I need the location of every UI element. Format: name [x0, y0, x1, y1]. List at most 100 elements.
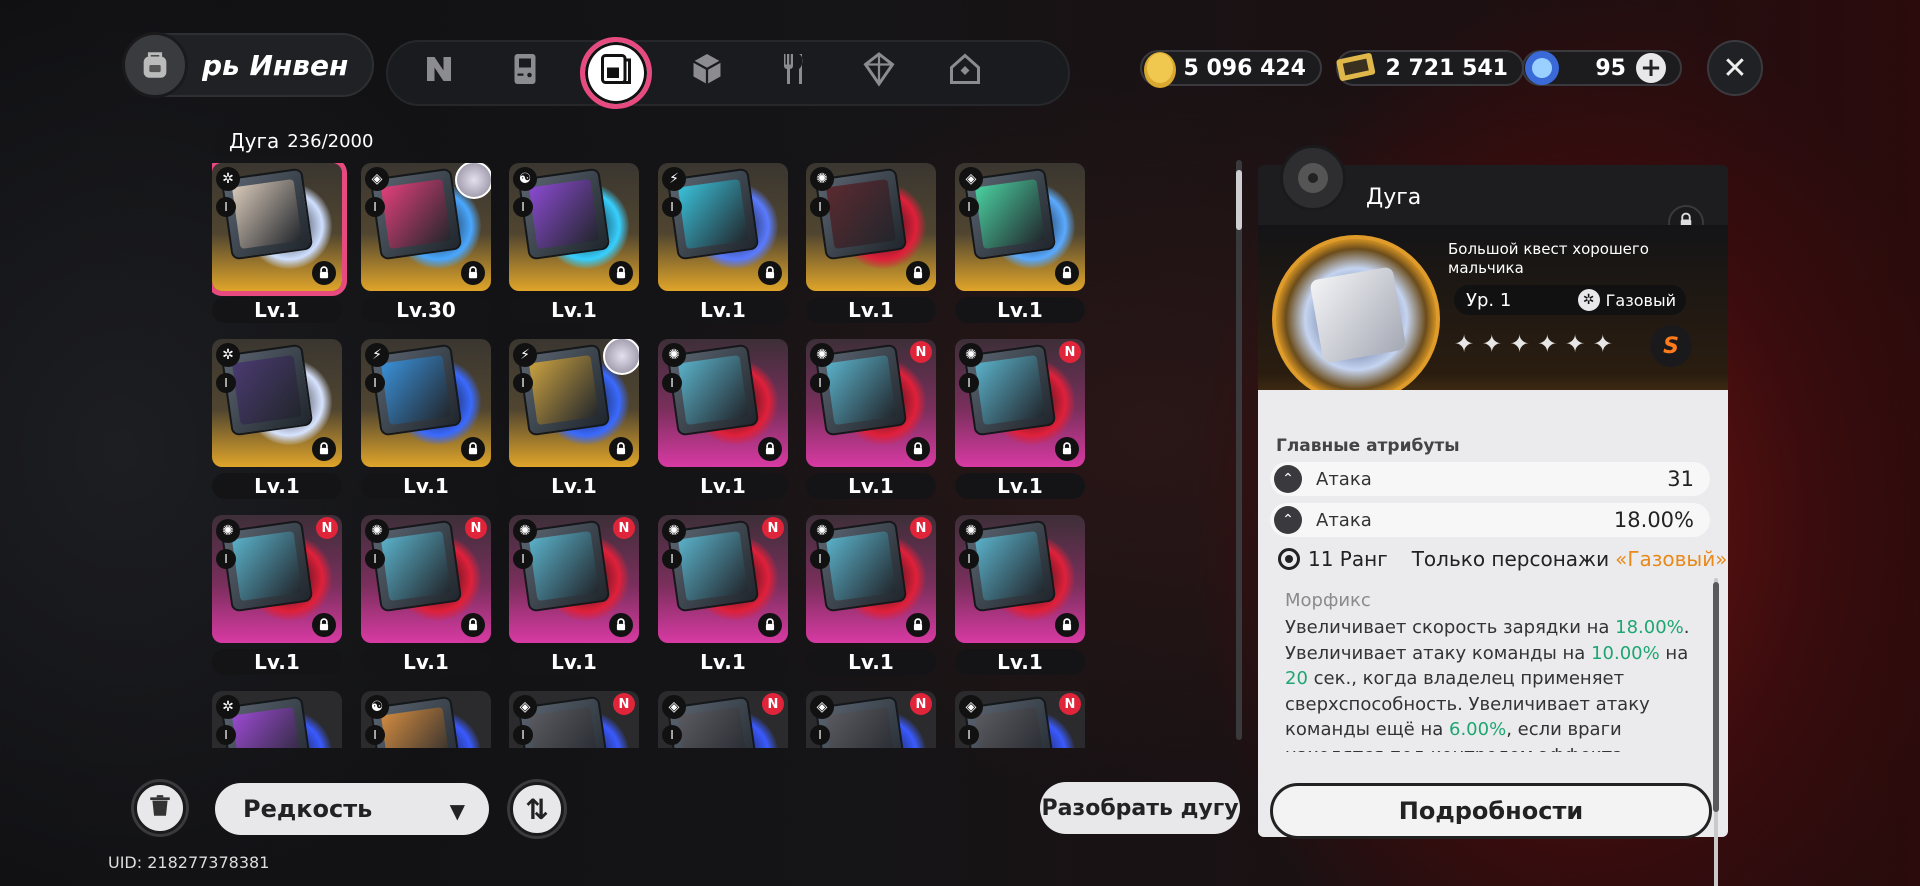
- disc-card[interactable]: ✺ I N Lv.1: [658, 515, 788, 675]
- add-crystals-button[interactable]: +: [1636, 53, 1666, 83]
- element-icon: ✺: [216, 519, 240, 543]
- slot-number-badge: I: [513, 197, 533, 217]
- fork-knife-icon: [775, 51, 811, 95]
- tab-gameboy[interactable]: [494, 42, 556, 104]
- slot-number-badge: I: [662, 549, 682, 569]
- disc-card[interactable]: ✺ I N Lv.1: [806, 339, 936, 499]
- disc-card-art: ☯ I: [509, 163, 639, 291]
- tab-n-logo[interactable]: [408, 42, 470, 104]
- tab-house[interactable]: [934, 42, 996, 104]
- disc-card[interactable]: ✺ I Lv.1: [658, 339, 788, 499]
- description-text: на: [1659, 642, 1689, 664]
- disc-card[interactable]: ✺ I N Lv.1: [806, 515, 936, 675]
- disc-card[interactable]: ⚡ I Lv.1: [658, 163, 788, 323]
- slot-number-badge: I: [810, 549, 830, 569]
- level-value: Ур. 1: [1466, 289, 1512, 311]
- slot-number-badge: I: [810, 197, 830, 217]
- tab-crystal[interactable]: [848, 42, 910, 104]
- close-button[interactable]: ✕: [1707, 40, 1763, 96]
- details-button[interactable]: Подробности: [1270, 783, 1712, 839]
- disc-level: Lv.1: [361, 473, 491, 499]
- star-rating: ✦ ✦ ✦ ✦ ✦ ✦: [1454, 330, 1613, 358]
- disc-card[interactable]: ✲ I Lv.1: [212, 339, 342, 499]
- element-icon: ✺: [810, 167, 834, 191]
- disc-card[interactable]: ⚡ I Lv.1: [361, 339, 491, 499]
- disc-level: Lv.1: [509, 473, 639, 499]
- tab-drive-discs[interactable]: [580, 37, 652, 109]
- equipped-agent-avatar: [455, 163, 491, 199]
- element-icon: ◈: [959, 695, 983, 719]
- house-icon: [947, 51, 983, 95]
- level-pill: Ур. 1 ✲ Газовый: [1454, 285, 1686, 315]
- chevron-down-icon: ▼: [449, 799, 465, 823]
- disc-card[interactable]: ✺ I Lv.1: [806, 163, 936, 323]
- disc-card[interactable]: ✺ I Lv.1: [955, 515, 1085, 675]
- trash-button[interactable]: [134, 782, 186, 834]
- disc-card[interactable]: ◈ I N: [955, 691, 1085, 748]
- disc-card-art: ◈ I N: [658, 691, 788, 748]
- inventory-header: рь Инвен: [122, 32, 374, 98]
- disc-card-art: ◈ I N: [509, 691, 639, 748]
- new-badge: N: [762, 517, 784, 539]
- sort-select[interactable]: Редкость ▼: [215, 783, 489, 835]
- disc-card[interactable]: ◈ I N: [509, 691, 639, 748]
- gameboy-icon: [507, 51, 543, 95]
- element-icon: ✺: [513, 519, 537, 543]
- element-icon: ✲: [216, 343, 240, 367]
- disc-card[interactable]: ◈ I N: [658, 691, 788, 748]
- attr-name: Атака: [1316, 468, 1372, 490]
- tab-food[interactable]: [762, 42, 824, 104]
- disc-drive-icon: [598, 51, 634, 95]
- lock-icon: [609, 261, 633, 285]
- disc-card[interactable]: ☯ I: [361, 691, 491, 748]
- element-label: Газовый: [1605, 290, 1676, 310]
- attr-row: ⌃ Атака 18.00%: [1270, 503, 1710, 537]
- element-icon: ◈: [662, 695, 686, 719]
- disc-card[interactable]: ◈ I Lv.1: [955, 163, 1085, 323]
- disc-level: Lv.1: [658, 297, 788, 323]
- tab-cube[interactable]: [676, 42, 738, 104]
- attack-icon: ⌃: [1274, 465, 1302, 493]
- slot-number-badge: I: [959, 725, 979, 745]
- disc-card[interactable]: ✺ I N Lv.1: [361, 515, 491, 675]
- sort-order-button[interactable]: ⇅: [510, 782, 564, 836]
- disc-card[interactable]: ✲ I: [212, 691, 342, 748]
- slot-number-badge: I: [365, 197, 385, 217]
- disc-card[interactable]: ◈ I N: [806, 691, 936, 748]
- set-effect-description: Увеличивает скорость зарядки на 18.00%. …: [1285, 615, 1705, 752]
- disc-card[interactable]: ✲ I Lv.1: [212, 163, 347, 323]
- disc-card-art: ✺ I N: [658, 515, 788, 643]
- lock-icon: [758, 261, 782, 285]
- detail-scrollbar[interactable]: [1713, 578, 1719, 886]
- lock-icon: [906, 261, 930, 285]
- lock-icon: [609, 613, 633, 637]
- disc-level: Lv.1: [212, 473, 342, 499]
- detail-body: Главные атрибуты ⌃ Атака 31 ⌃ Атака 18.0…: [1258, 390, 1728, 886]
- disc-card[interactable]: ✺ I N Lv.1: [212, 515, 342, 675]
- disc-grid: ✲ I Lv.1 ◈ I Lv.30 ☯ I Lv.1 ⚡ I Lv.1 ✺ I Lv.1 ◈ I Lv.1 ✲ I L…: [212, 163, 1092, 748]
- disc-card[interactable]: ◈ I Lv.30: [361, 163, 491, 323]
- disc-level: Lv.1: [509, 297, 639, 323]
- dismantle-button[interactable]: Разобрать дугу: [1040, 782, 1240, 834]
- slot-number-badge: I: [959, 373, 979, 393]
- lock-icon: [461, 613, 485, 637]
- element-icon: ◈: [810, 695, 834, 719]
- disc-level: Lv.1: [955, 649, 1085, 675]
- disc-card[interactable]: ✺ I N Lv.1: [955, 339, 1085, 499]
- element-icon: ☯: [513, 167, 537, 191]
- element-icon: ⚡: [513, 343, 537, 367]
- slot-number-badge: I: [216, 725, 236, 745]
- grid-scrollbar[interactable]: [1236, 160, 1242, 740]
- rank-line: 11 Ранг Только персонажи «Газовый»: [1278, 547, 1727, 571]
- disc-card-art: ✺ I N: [509, 515, 639, 643]
- detail-header: Дуга: [1258, 145, 1728, 241]
- disc-card-art: ✺ I: [658, 339, 788, 467]
- disc-card[interactable]: ☯ I Lv.1: [509, 163, 639, 323]
- slot-number-badge: I: [662, 373, 682, 393]
- attr-value: 31: [1667, 467, 1694, 491]
- disc-card[interactable]: ⚡ I Lv.1: [509, 339, 639, 499]
- polychrome-icon: [1518, 44, 1566, 92]
- disc-card[interactable]: ✺ I N Lv.1: [509, 515, 639, 675]
- disc-card-art: ⚡ I: [361, 339, 491, 467]
- slot-number-badge: I: [365, 373, 385, 393]
